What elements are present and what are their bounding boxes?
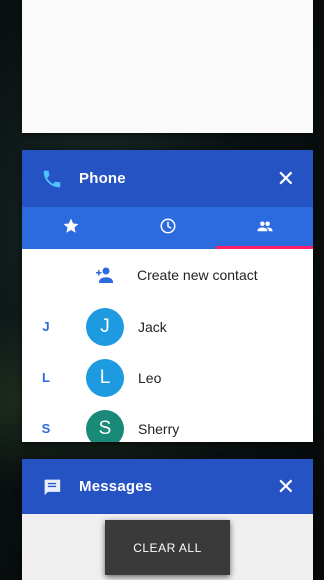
add-contact-icon: [92, 263, 116, 287]
tab-favorites[interactable]: [22, 207, 119, 249]
tab-recents[interactable]: [119, 207, 216, 249]
avatar: J: [86, 307, 124, 346]
contact-name: Jack: [138, 318, 167, 335]
close-phone-card-button[interactable]: ✕: [277, 167, 295, 190]
contact-row[interactable]: S S Sherry: [22, 403, 313, 442]
section-letter: S: [41, 421, 51, 436]
clear-all-button[interactable]: CLEAR ALL: [105, 520, 230, 575]
contact-list: Create new contact J J Jack L L Leo S S …: [22, 249, 313, 442]
messages-app-title: Messages: [79, 478, 153, 495]
contacts-icon: [255, 217, 275, 240]
recent-app-card-top[interactable]: [22, 0, 313, 133]
phone-tab-bar: [22, 207, 313, 249]
phone-card-header[interactable]: Phone ✕: [22, 150, 313, 207]
avatar: S: [86, 409, 124, 442]
contact-name: Leo: [138, 369, 162, 386]
create-new-contact-button[interactable]: Create new contact: [22, 249, 313, 301]
messages-card-header[interactable]: Messages ✕: [22, 459, 313, 514]
star-icon: [62, 217, 80, 240]
section-letter: J: [42, 319, 50, 334]
section-letter: L: [42, 370, 50, 385]
close-messages-card-button[interactable]: ✕: [277, 475, 295, 498]
contact-name: Sherry: [138, 420, 180, 437]
recent-app-card-phone[interactable]: Phone ✕ Create new contact J J Jack L L …: [22, 150, 313, 442]
create-contact-label: Create new contact: [137, 267, 258, 283]
phone-app-title: Phone: [79, 170, 126, 187]
message-icon: [40, 475, 64, 499]
clock-icon: [159, 217, 177, 240]
avatar: L: [86, 358, 124, 397]
contact-row[interactable]: L L Leo: [22, 352, 313, 403]
phone-icon: [40, 167, 64, 191]
tab-contacts[interactable]: [216, 207, 313, 249]
contact-row[interactable]: J J Jack: [22, 301, 313, 352]
